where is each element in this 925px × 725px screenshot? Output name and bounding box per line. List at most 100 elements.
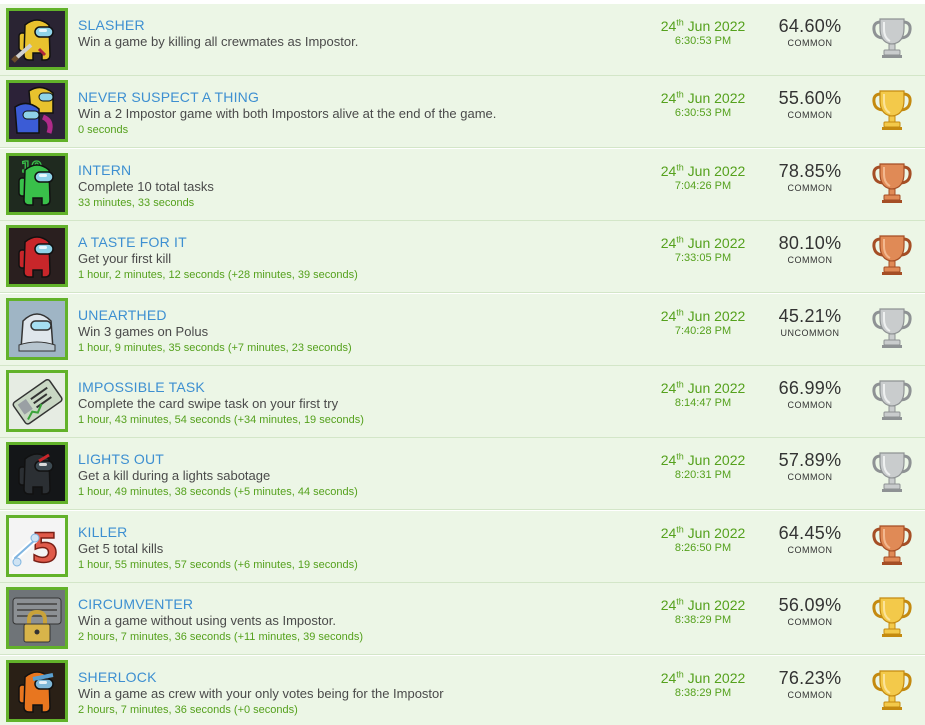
unlock-percentage: 80.10% [778,233,842,254]
unlock-date: 24th Jun 2022 7:04:26 PM [646,163,760,192]
unlock-time: 8:38:29 PM [674,614,732,627]
rarity-block: 76.23% COMMON [770,668,850,700]
achievement-row[interactable]: NEVER SUSPECT A THING Win a 2 Impostor g… [0,76,925,149]
unlock-date: 24th Jun 2022 7:33:05 PM [646,235,760,264]
white-crewmate-icon [6,297,68,360]
date-month-year: Jun 2022 [683,235,746,252]
date-month-year: Jun 2022 [683,452,746,469]
unlock-percentage: 56.09% [778,595,842,616]
date-day: 24 [660,18,677,34]
achievement-elapsed-time: 2 hours, 7 minutes, 36 seconds (+11 minu… [78,631,364,644]
rarity-block: 66.99% COMMON [770,378,850,410]
date-day: 24 [660,380,677,396]
red-crewmate-icon [6,225,68,288]
rarity-block: 45.21% UNCOMMON [770,306,850,338]
achievement-row[interactable]: 10 INTERN Complete 10 total tasks 33 min… [0,148,925,221]
bone-five-icon: 5 [6,514,68,577]
rarity-block: 80.10% COMMON [770,233,850,265]
achievement-row[interactable]: SLASHER Win a game by killing all crewma… [0,4,925,76]
achievement-row[interactable]: 5 KILLER Get 5 total kills 1 hour, 55 mi… [0,510,925,583]
unlock-time: 8:14:47 PM [674,397,732,409]
orange-crewmate-icon [6,659,68,722]
unlock-time: 8:38:29 PM [674,686,732,699]
date-month-year: Jun 2022 [683,669,746,686]
achievement-elapsed-time: 1 hour, 49 minutes, 38 seconds (+5 minut… [78,486,358,499]
date-day: 24 [660,452,677,469]
rarity-block: 55.60% COMMON [770,88,850,120]
rarity-label: COMMON [787,472,833,483]
unlock-percentage: 57.89% [778,450,842,471]
date-suffix: th [676,234,684,245]
rarity-label: UNCOMMON [780,327,840,338]
unlock-time: 7:04:26 PM [674,179,732,192]
rarity-label: COMMON [787,689,833,700]
silver-trophy-icon [872,306,912,350]
achievement-title[interactable]: SLASHER [78,17,145,33]
rarity-label: COMMON [787,110,833,121]
date-suffix: th [676,668,684,679]
achievement-description: Win a game by killing all crewmates as I… [78,34,359,49]
date-month-year: Jun 2022 [683,307,746,324]
achievement-description: Get your first kill [78,251,172,267]
date-suffix: th [676,89,684,100]
achievement-title[interactable]: KILLER [78,524,127,540]
achievement-description: Complete the card swipe task on your fir… [78,396,339,411]
unlock-date: 24th Jun 2022 8:26:50 PM [646,525,760,554]
bronze-trophy-icon [872,161,912,205]
achievement-elapsed-time: 1 hour, 43 minutes, 54 seconds (+34 minu… [78,414,364,426]
crewmate-ten-icon: 10 [6,152,68,215]
gold-trophy-icon [872,668,912,712]
silver-trophy-icon [872,450,912,494]
unlock-percentage: 45.21% [778,305,842,326]
rarity-block: 64.45% COMMON [770,523,850,555]
unlock-date: 24th Jun 2022 7:40:28 PM [646,306,760,336]
date-suffix: th [676,306,684,317]
rarity-label: COMMON [787,544,833,555]
achievement-title[interactable]: IMPOSSIBLE TASK [78,379,205,395]
silver-trophy-icon [872,378,912,422]
unlock-date: 24th Jun 2022 8:38:29 PM [646,668,760,699]
achievement-elapsed-time: 1 hour, 9 minutes, 35 seconds (+7 minute… [78,341,352,354]
svg-text:5: 5 [31,526,59,572]
achievement-title[interactable]: LIGHTS OUT [78,451,164,467]
achievement-title[interactable]: CIRCUMVENTER [78,596,193,612]
rarity-block: 57.89% COMMON [770,450,850,482]
achievement-description: Win a game as crew with your only votes … [78,685,444,701]
achievement-row[interactable]: A TASTE FOR IT Get your first kill 1 hou… [0,221,925,294]
achievement-row[interactable]: SHERLOCK Win a game as crew with your on… [0,655,925,725]
unlock-percentage: 55.60% [778,88,842,109]
achievement-title[interactable]: UNEARTHED [78,307,167,323]
unlock-date: 24th Jun 2022 8:14:47 PM [646,380,760,409]
date-day: 24 [660,307,677,324]
unlock-date: 24th Jun 2022 8:20:31 PM [646,452,760,481]
achievement-row[interactable]: IMPOSSIBLE TASK Complete the card swipe … [0,366,925,438]
achievement-row[interactable]: LIGHTS OUT Get a kill during a lights sa… [0,438,925,511]
achievement-description: Win a 2 Impostor game with both Impostor… [78,106,497,122]
achievement-title[interactable]: INTERN [78,162,131,178]
date-day: 24 [660,235,677,252]
unlock-time: 8:20:31 PM [674,469,732,482]
unlock-percentage: 78.85% [778,160,842,181]
rarity-label: COMMON [787,182,833,193]
achievement-row[interactable]: CIRCUMVENTER Win a game without using ve… [0,583,925,656]
achievement-elapsed-time: 33 minutes, 33 seconds [78,196,195,209]
unlock-date: 24th Jun 2022 6:30:53 PM [646,90,760,119]
date-month-year: Jun 2022 [683,524,746,541]
unlock-percentage: 64.60% [778,16,842,36]
date-month-year: Jun 2022 [683,18,746,34]
unlock-time: 7:33:05 PM [674,252,732,265]
achievement-description: Win a game without using vents as Impost… [78,613,336,629]
achievement-title[interactable]: NEVER SUSPECT A THING [78,89,259,105]
unlock-date: 24th Jun 2022 6:30:53 PM [646,18,760,47]
gold-trophy-icon [872,88,912,132]
achievement-title[interactable]: SHERLOCK [78,669,157,685]
unlock-percentage: 66.99% [778,378,842,398]
achievement-elapsed-time: 2 hours, 7 minutes, 36 seconds (+0 secon… [78,703,298,716]
rarity-label: COMMON [787,617,833,628]
date-day: 24 [660,162,677,179]
achievement-row[interactable]: UNEARTHED Win 3 games on Polus 1 hour, 9… [0,293,925,366]
date-day: 24 [660,90,677,107]
achievement-title[interactable]: A TASTE FOR IT [78,234,187,250]
date-suffix: th [676,162,684,173]
unlock-percentage: 64.45% [778,522,842,543]
